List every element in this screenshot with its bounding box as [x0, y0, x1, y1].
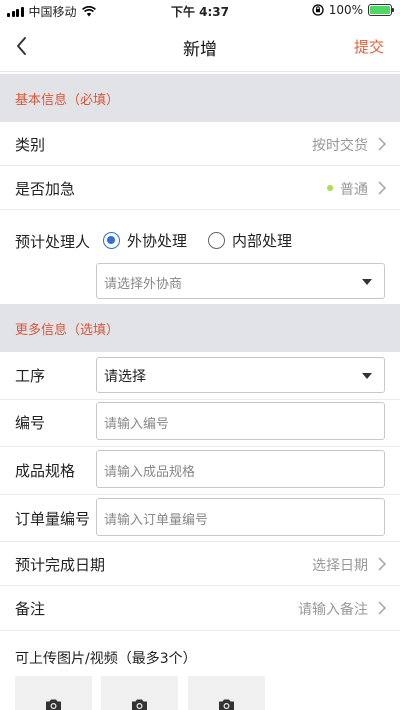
category-label: 类别 — [15, 136, 46, 154]
upload-title: 可上传图片/视频（最多3个） — [15, 651, 197, 667]
supplier-select-placeholder: 请选择外协商 — [104, 277, 183, 292]
remark-row[interactable]: 备注 请输入备注 — [0, 586, 400, 631]
submit-button[interactable]: 提交 — [354, 36, 384, 57]
section-header-basic: 基本信息（必填） — [0, 74, 400, 122]
radio-outsource[interactable]: 外协处理 — [103, 230, 187, 251]
spec-row: 成品规格 请输入成品规格 — [0, 447, 400, 495]
section-title-more: 更多信息（选填） — [15, 323, 120, 338]
radio-outsource-label: 外协处理 — [127, 232, 188, 250]
urgent-label: 是否加急 — [15, 180, 76, 198]
handler-label: 预计处理人 — [15, 233, 91, 251]
urgent-value: 普通 — [340, 182, 368, 198]
status-right: 100% — [312, 3, 394, 17]
section-title-basic: 基本信息（必填） — [15, 93, 120, 108]
camera-icon — [46, 699, 61, 710]
upload-slot[interactable] — [101, 676, 178, 710]
due-date-row[interactable]: 预计完成日期 选择日期 — [0, 542, 400, 586]
category-row[interactable]: 类别 按时交货 — [0, 122, 400, 166]
due-date-label: 预计完成日期 — [15, 556, 106, 574]
radio-internal[interactable]: 内部处理 — [208, 230, 292, 251]
nav-bar: 新增 提交 — [0, 22, 400, 72]
orientation-lock-icon — [312, 4, 324, 16]
radio-checked-icon[interactable] — [103, 232, 120, 249]
remark-value: 请输入备注 — [298, 602, 368, 618]
upload-slot[interactable] — [188, 676, 265, 710]
chevron-right-icon — [378, 181, 387, 195]
due-date-value: 选择日期 — [312, 558, 368, 574]
page-title: 新增 — [183, 40, 217, 60]
status-dot — [327, 185, 333, 191]
chevron-right-icon — [378, 137, 387, 151]
battery-percent: 100% — [328, 3, 363, 17]
status-bar: 中国移动 下午 4:37 100% — [0, 0, 400, 22]
battery-icon — [368, 4, 394, 16]
dropdown-caret-icon — [362, 373, 372, 379]
camera-icon — [132, 699, 147, 710]
dropdown-caret-icon — [362, 279, 372, 285]
process-select[interactable]: 请选择 — [96, 357, 385, 393]
handler-row: 预计处理人 外协处理 内部处理 请选择外协商 — [0, 210, 400, 304]
urgent-value-wrap: 普通 — [327, 179, 368, 199]
process-row: 工序 请选择 — [0, 352, 400, 400]
supplier-select[interactable]: 请选择外协商 — [96, 263, 385, 299]
upload-slot[interactable] — [15, 676, 92, 710]
spec-input[interactable]: 请输入成品规格 — [96, 450, 385, 488]
camera-icon — [219, 699, 234, 710]
chevron-right-icon — [378, 601, 387, 615]
order-no-row: 订单量编号 请输入订单量编号 — [0, 495, 400, 542]
process-select-value: 请选择 — [104, 369, 146, 385]
order-no-input-placeholder: 请输入订单量编号 — [104, 513, 209, 528]
process-label: 工序 — [15, 367, 46, 385]
number-row: 编号 请输入编号 — [0, 400, 400, 447]
order-no-label: 订单量编号 — [15, 510, 91, 528]
urgent-row[interactable]: 是否加急 普通 — [0, 166, 400, 210]
radio-unchecked-icon[interactable] — [208, 232, 225, 249]
chevron-right-icon — [378, 557, 387, 571]
order-no-input[interactable]: 请输入订单量编号 — [96, 498, 385, 536]
number-input[interactable]: 请输入编号 — [96, 402, 385, 440]
number-label: 编号 — [15, 414, 46, 432]
spec-input-placeholder: 请输入成品规格 — [104, 465, 196, 480]
number-input-placeholder: 请输入编号 — [104, 417, 170, 432]
radio-internal-label: 内部处理 — [232, 232, 293, 250]
category-value: 按时交货 — [312, 138, 368, 154]
section-header-more: 更多信息（选填） — [0, 304, 400, 352]
remark-label: 备注 — [15, 600, 46, 618]
spec-label: 成品规格 — [15, 462, 76, 480]
